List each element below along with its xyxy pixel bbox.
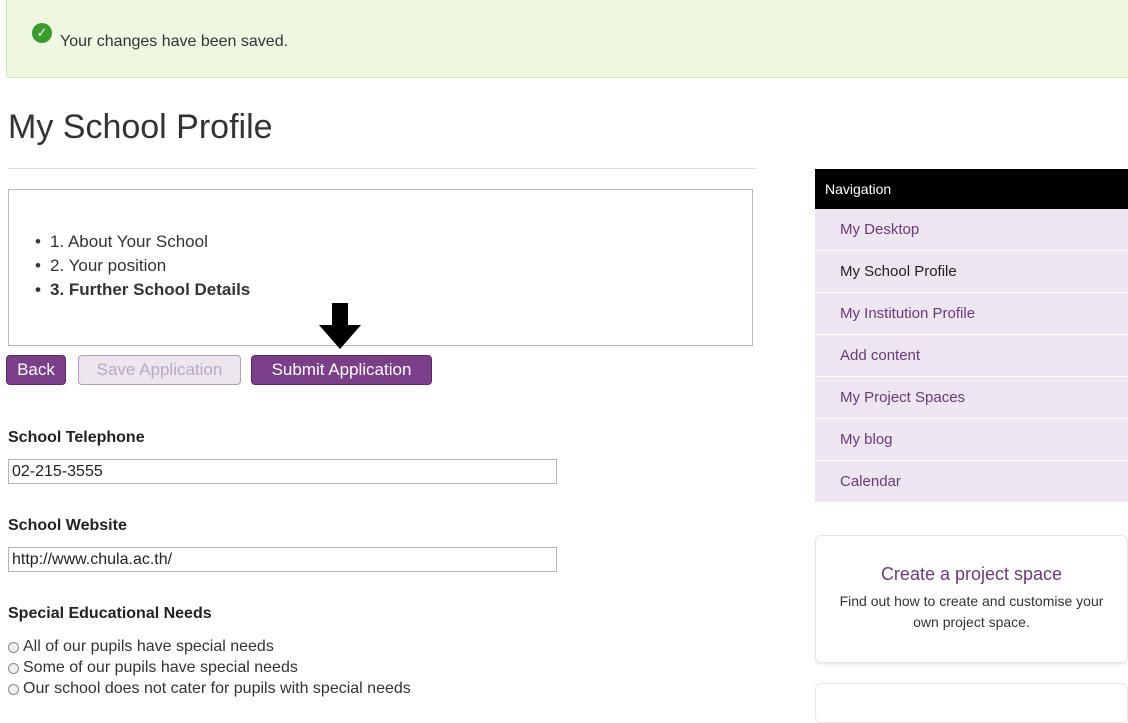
school-website-input[interactable]	[8, 547, 557, 572]
sidebar-navigation: Navigation My Desktop My School Profile …	[815, 169, 1128, 503]
nav-item-add-content[interactable]: Add content	[815, 335, 1128, 377]
nav-item-calendar[interactable]: Calendar	[815, 461, 1128, 503]
divider	[8, 168, 756, 169]
submit-application-button[interactable]: Submit Application	[251, 355, 432, 385]
step-item-1: 1. About Your School	[35, 230, 250, 254]
school-telephone-input[interactable]	[8, 459, 557, 484]
special-needs-option-none[interactable]: Our school does not cater for pupils wit…	[8, 680, 411, 698]
step-item-3: 3. Further School Details	[35, 278, 250, 302]
success-banner: ✓ Your changes have been saved.	[6, 0, 1128, 78]
special-needs-label: Special Educational Needs	[8, 605, 212, 622]
nav-item-my-blog[interactable]: My blog	[815, 419, 1128, 461]
school-website-label: School Website	[8, 517, 127, 534]
down-arrow-icon	[319, 303, 361, 349]
steps-list: 1. About Your School 2. Your position 3.…	[35, 230, 250, 302]
special-needs-option-all[interactable]: All of our pupils have special needs	[8, 638, 274, 656]
page-title: My School Profile	[8, 108, 273, 146]
step-item-2: 2. Your position	[35, 254, 250, 278]
create-project-space-card: Create a project space Find out how to c…	[815, 535, 1128, 663]
school-telephone-label: School Telephone	[8, 429, 145, 446]
check-circle-icon: ✓	[32, 23, 52, 43]
steps-box: 1. About Your School 2. Your position 3.…	[8, 189, 753, 346]
radio-icon[interactable]	[8, 641, 19, 653]
create-project-space-link[interactable]: Create a project space	[816, 564, 1127, 585]
secondary-card	[815, 683, 1128, 723]
save-application-button[interactable]: Save Application	[78, 355, 241, 385]
radio-icon[interactable]	[8, 662, 19, 674]
radio-label: All of our pupils have special needs	[23, 638, 274, 655]
special-needs-option-some[interactable]: Some of our pupils have special needs	[8, 659, 298, 677]
nav-item-my-school-profile[interactable]: My School Profile	[815, 251, 1128, 293]
radio-icon[interactable]	[8, 683, 19, 695]
success-message: Your changes have been saved.	[60, 33, 289, 50]
radio-label: Our school does not cater for pupils wit…	[23, 680, 411, 697]
nav-item-my-project-spaces[interactable]: My Project Spaces	[815, 377, 1128, 419]
nav-item-my-institution-profile[interactable]: My Institution Profile	[815, 293, 1128, 335]
promo-description: Find out how to create and customise you…	[839, 593, 1104, 630]
navigation-header: Navigation	[815, 169, 1128, 209]
nav-item-my-desktop[interactable]: My Desktop	[815, 209, 1128, 251]
radio-label: Some of our pupils have special needs	[23, 659, 298, 676]
back-button[interactable]: Back	[6, 355, 66, 385]
